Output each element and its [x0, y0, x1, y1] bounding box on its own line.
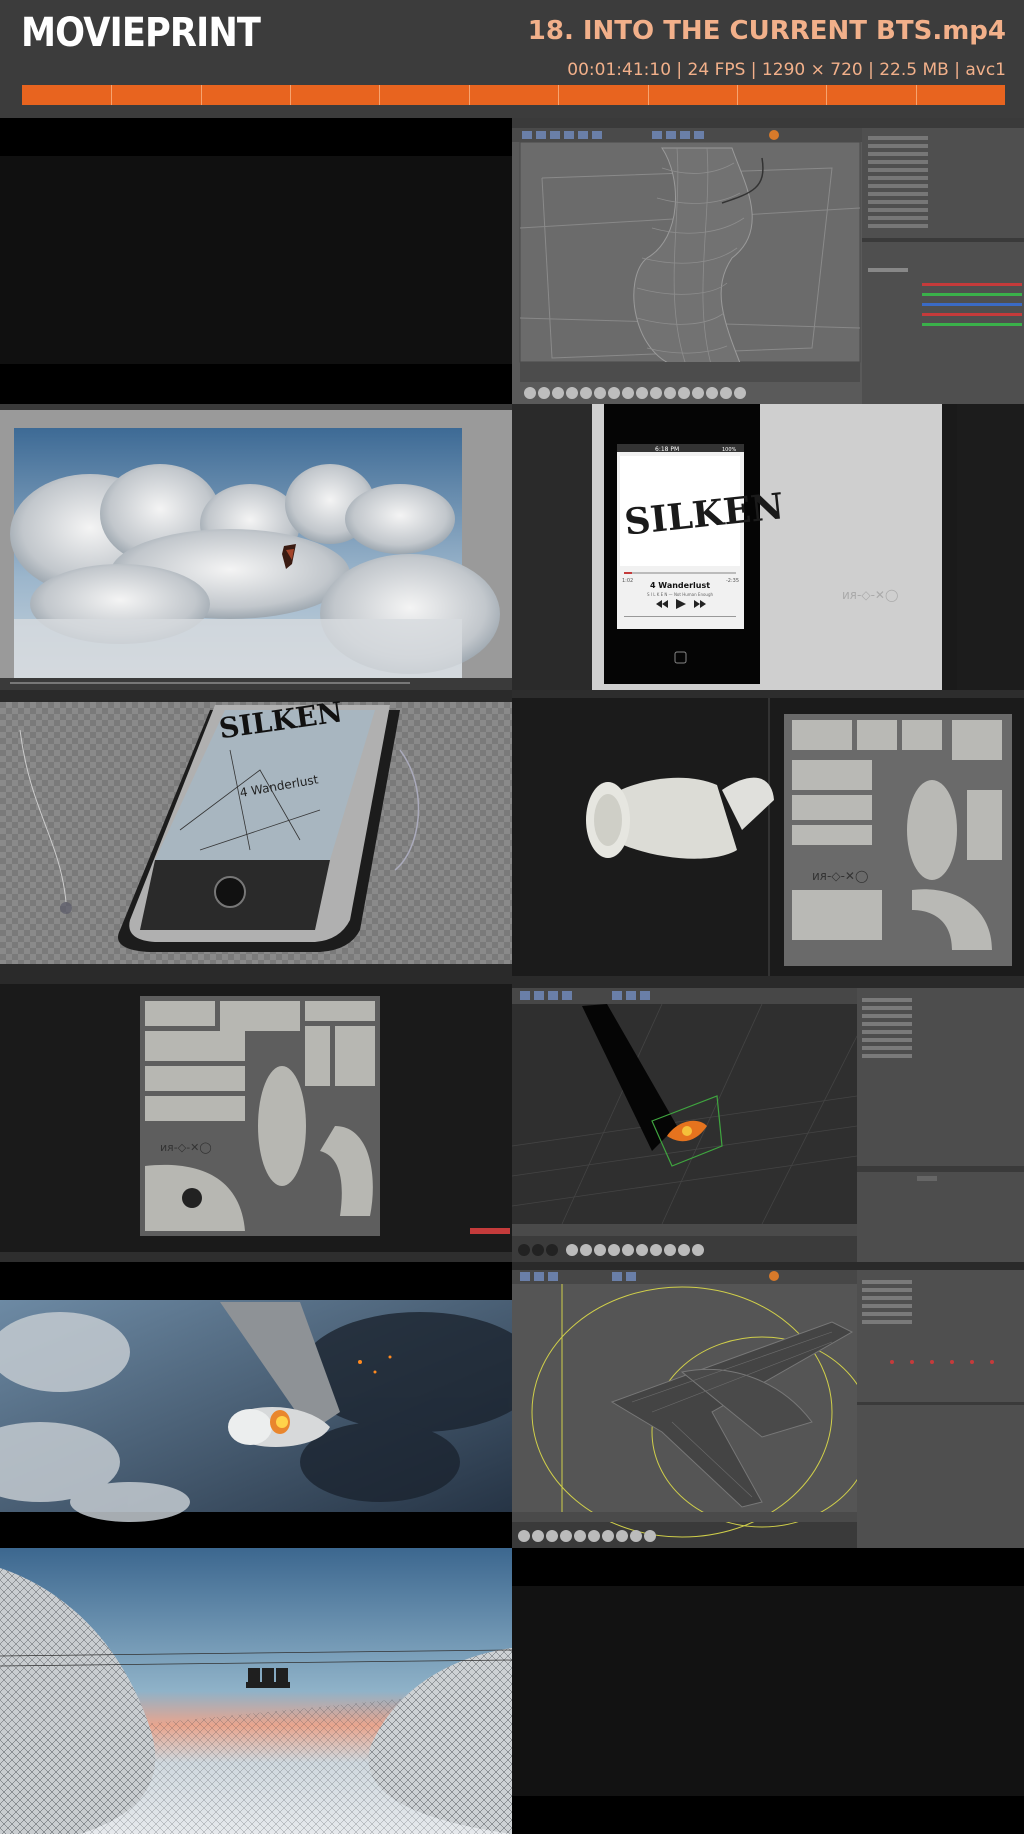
- thumbnail-frame-11[interactable]: [0, 1548, 512, 1834]
- timeline-segment-divider: [469, 85, 470, 105]
- timeline-bar[interactable]: [22, 85, 1005, 105]
- timeline-segment-divider: [201, 85, 202, 105]
- file-title: 18. INTO THE CURRENT BTS.mp4: [527, 16, 1006, 46]
- svg-text:6:18 PM: 6:18 PM: [655, 446, 679, 453]
- timeline-segment-divider: [558, 85, 559, 105]
- thumbnail-frame-4[interactable]: 6:18 PM 100% SILKEN 1:02 -2:35 4 Wanderl…: [512, 404, 1024, 690]
- file-meta: 00:01:41:10 | 24 FPS | 1290 × 720 | 22.5…: [567, 60, 1006, 80]
- timeline-segment-divider: [648, 85, 649, 105]
- timeline-segment-divider: [916, 85, 917, 105]
- svg-text:100%: 100%: [722, 447, 737, 453]
- timeline-segment-divider: [826, 85, 827, 105]
- thumbnail-frame-8[interactable]: [512, 976, 1024, 1262]
- svg-text:-2:35: -2:35: [726, 578, 739, 584]
- thumbnail-frame-6[interactable]: ᴎᴙ-◇-✕◯: [512, 690, 1024, 976]
- timeline-segment-divider: [737, 85, 738, 105]
- svg-text:ᴎᴙ-◇-✕◯: ᴎᴙ-◇-✕◯: [160, 1141, 212, 1154]
- timeline-segment-divider: [379, 85, 380, 105]
- svg-text:S I L K E N — Not Human Enough: S I L K E N — Not Human Enough: [647, 592, 714, 597]
- thumbnail-frame-1[interactable]: [0, 118, 512, 404]
- thumbnail-frame-5[interactable]: SILKEN 4 Wanderlust: [0, 690, 512, 976]
- thumbnail-frame-12[interactable]: [512, 1548, 1024, 1834]
- app-logo: MOVIEPRINT: [21, 10, 261, 56]
- svg-text:1:02: 1:02: [622, 578, 633, 584]
- thumbnail-frame-10[interactable]: [512, 1262, 1024, 1548]
- timeline-segment-divider: [111, 85, 112, 105]
- timeline-segment-divider: [290, 85, 291, 105]
- svg-text:4 Wanderlust: 4 Wanderlust: [650, 581, 710, 590]
- svg-text:ᴎᴙ-◇-✕◯: ᴎᴙ-◇-✕◯: [842, 588, 898, 602]
- thumbnail-frame-2[interactable]: [512, 118, 1024, 404]
- thumbnail-frame-7[interactable]: ᴎᴙ-◇-✕◯: [0, 976, 512, 1262]
- thumbnail-frame-9[interactable]: [0, 1262, 512, 1548]
- thumbnail-frame-3[interactable]: [0, 404, 512, 690]
- svg-text:ᴎᴙ-◇-✕◯: ᴎᴙ-◇-✕◯: [812, 869, 868, 883]
- header: MOVIEPRINT 18. INTO THE CURRENT BTS.mp4 …: [0, 0, 1024, 118]
- thumbnail-grid: 6:18 PM 100% SILKEN 1:02 -2:35 4 Wanderl…: [0, 118, 1024, 1834]
